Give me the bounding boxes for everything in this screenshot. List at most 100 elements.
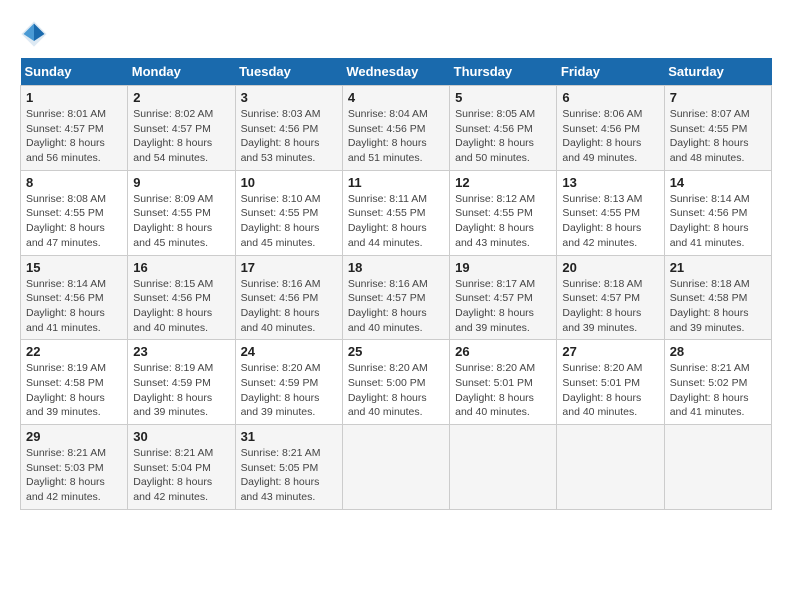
day-info: Sunrise: 8:21 AM Sunset: 5:04 PM Dayligh… (133, 446, 229, 505)
calendar-cell-1-6: 6 Sunrise: 8:06 AM Sunset: 4:56 PM Dayli… (557, 86, 664, 171)
day-number: 31 (241, 429, 337, 444)
day-number: 24 (241, 344, 337, 359)
day-number: 9 (133, 175, 229, 190)
calendar-cell-5-3: 31 Sunrise: 8:21 AM Sunset: 5:05 PM Dayl… (235, 425, 342, 510)
calendar-cell-5-6 (557, 425, 664, 510)
day-info: Sunrise: 8:13 AM Sunset: 4:55 PM Dayligh… (562, 192, 658, 251)
day-number: 14 (670, 175, 766, 190)
day-info: Sunrise: 8:08 AM Sunset: 4:55 PM Dayligh… (26, 192, 122, 251)
day-number: 27 (562, 344, 658, 359)
calendar-cell-4-1: 22 Sunrise: 8:19 AM Sunset: 4:58 PM Dayl… (21, 340, 128, 425)
day-info: Sunrise: 8:17 AM Sunset: 4:57 PM Dayligh… (455, 277, 551, 336)
day-number: 26 (455, 344, 551, 359)
calendar-cell-4-7: 28 Sunrise: 8:21 AM Sunset: 5:02 PM Dayl… (664, 340, 771, 425)
calendar-week-1: 1 Sunrise: 8:01 AM Sunset: 4:57 PM Dayli… (21, 86, 772, 171)
calendar-cell-3-3: 17 Sunrise: 8:16 AM Sunset: 4:56 PM Dayl… (235, 255, 342, 340)
day-number: 22 (26, 344, 122, 359)
calendar-header-row: SundayMondayTuesdayWednesdayThursdayFrid… (21, 58, 772, 86)
calendar-cell-4-3: 24 Sunrise: 8:20 AM Sunset: 4:59 PM Dayl… (235, 340, 342, 425)
calendar-cell-5-4 (342, 425, 449, 510)
calendar-header-monday: Monday (128, 58, 235, 86)
day-number: 25 (348, 344, 444, 359)
day-info: Sunrise: 8:16 AM Sunset: 4:56 PM Dayligh… (241, 277, 337, 336)
calendar-cell-4-5: 26 Sunrise: 8:20 AM Sunset: 5:01 PM Dayl… (450, 340, 557, 425)
calendar-cell-1-4: 4 Sunrise: 8:04 AM Sunset: 4:56 PM Dayli… (342, 86, 449, 171)
calendar-header-friday: Friday (557, 58, 664, 86)
calendar-cell-2-5: 12 Sunrise: 8:12 AM Sunset: 4:55 PM Dayl… (450, 170, 557, 255)
calendar-cell-2-6: 13 Sunrise: 8:13 AM Sunset: 4:55 PM Dayl… (557, 170, 664, 255)
logo-icon (20, 20, 48, 48)
day-number: 29 (26, 429, 122, 444)
day-number: 1 (26, 90, 122, 105)
day-number: 4 (348, 90, 444, 105)
day-info: Sunrise: 8:11 AM Sunset: 4:55 PM Dayligh… (348, 192, 444, 251)
calendar-cell-4-6: 27 Sunrise: 8:20 AM Sunset: 5:01 PM Dayl… (557, 340, 664, 425)
day-number: 3 (241, 90, 337, 105)
day-info: Sunrise: 8:07 AM Sunset: 4:55 PM Dayligh… (670, 107, 766, 166)
day-number: 19 (455, 260, 551, 275)
day-info: Sunrise: 8:14 AM Sunset: 4:56 PM Dayligh… (670, 192, 766, 251)
day-info: Sunrise: 8:03 AM Sunset: 4:56 PM Dayligh… (241, 107, 337, 166)
calendar-cell-3-7: 21 Sunrise: 8:18 AM Sunset: 4:58 PM Dayl… (664, 255, 771, 340)
day-info: Sunrise: 8:21 AM Sunset: 5:05 PM Dayligh… (241, 446, 337, 505)
calendar-cell-2-2: 9 Sunrise: 8:09 AM Sunset: 4:55 PM Dayli… (128, 170, 235, 255)
day-number: 28 (670, 344, 766, 359)
day-info: Sunrise: 8:20 AM Sunset: 5:00 PM Dayligh… (348, 361, 444, 420)
calendar-header-saturday: Saturday (664, 58, 771, 86)
day-info: Sunrise: 8:21 AM Sunset: 5:03 PM Dayligh… (26, 446, 122, 505)
calendar-week-5: 29 Sunrise: 8:21 AM Sunset: 5:03 PM Dayl… (21, 425, 772, 510)
calendar-cell-1-5: 5 Sunrise: 8:05 AM Sunset: 4:56 PM Dayli… (450, 86, 557, 171)
calendar-header-sunday: Sunday (21, 58, 128, 86)
calendar-cell-2-1: 8 Sunrise: 8:08 AM Sunset: 4:55 PM Dayli… (21, 170, 128, 255)
day-number: 2 (133, 90, 229, 105)
calendar-week-2: 8 Sunrise: 8:08 AM Sunset: 4:55 PM Dayli… (21, 170, 772, 255)
calendar-header-wednesday: Wednesday (342, 58, 449, 86)
logo (20, 20, 52, 48)
calendar-week-4: 22 Sunrise: 8:19 AM Sunset: 4:58 PM Dayl… (21, 340, 772, 425)
day-info: Sunrise: 8:18 AM Sunset: 4:57 PM Dayligh… (562, 277, 658, 336)
calendar-cell-5-7 (664, 425, 771, 510)
day-number: 13 (562, 175, 658, 190)
day-info: Sunrise: 8:12 AM Sunset: 4:55 PM Dayligh… (455, 192, 551, 251)
day-number: 16 (133, 260, 229, 275)
day-number: 18 (348, 260, 444, 275)
day-info: Sunrise: 8:04 AM Sunset: 4:56 PM Dayligh… (348, 107, 444, 166)
day-info: Sunrise: 8:18 AM Sunset: 4:58 PM Dayligh… (670, 277, 766, 336)
day-number: 15 (26, 260, 122, 275)
calendar-cell-4-4: 25 Sunrise: 8:20 AM Sunset: 5:00 PM Dayl… (342, 340, 449, 425)
calendar-table: SundayMondayTuesdayWednesdayThursdayFrid… (20, 58, 772, 510)
day-number: 12 (455, 175, 551, 190)
day-info: Sunrise: 8:19 AM Sunset: 4:59 PM Dayligh… (133, 361, 229, 420)
calendar-cell-3-1: 15 Sunrise: 8:14 AM Sunset: 4:56 PM Dayl… (21, 255, 128, 340)
day-info: Sunrise: 8:01 AM Sunset: 4:57 PM Dayligh… (26, 107, 122, 166)
day-info: Sunrise: 8:20 AM Sunset: 5:01 PM Dayligh… (455, 361, 551, 420)
day-number: 6 (562, 90, 658, 105)
calendar-cell-3-2: 16 Sunrise: 8:15 AM Sunset: 4:56 PM Dayl… (128, 255, 235, 340)
calendar-cell-5-1: 29 Sunrise: 8:21 AM Sunset: 5:03 PM Dayl… (21, 425, 128, 510)
calendar-header-thursday: Thursday (450, 58, 557, 86)
day-number: 5 (455, 90, 551, 105)
calendar-cell-1-3: 3 Sunrise: 8:03 AM Sunset: 4:56 PM Dayli… (235, 86, 342, 171)
calendar-cell-5-5 (450, 425, 557, 510)
calendar-cell-3-4: 18 Sunrise: 8:16 AM Sunset: 4:57 PM Dayl… (342, 255, 449, 340)
day-number: 10 (241, 175, 337, 190)
day-info: Sunrise: 8:19 AM Sunset: 4:58 PM Dayligh… (26, 361, 122, 420)
day-info: Sunrise: 8:09 AM Sunset: 4:55 PM Dayligh… (133, 192, 229, 251)
day-number: 30 (133, 429, 229, 444)
day-info: Sunrise: 8:14 AM Sunset: 4:56 PM Dayligh… (26, 277, 122, 336)
day-info: Sunrise: 8:05 AM Sunset: 4:56 PM Dayligh… (455, 107, 551, 166)
calendar-cell-2-4: 11 Sunrise: 8:11 AM Sunset: 4:55 PM Dayl… (342, 170, 449, 255)
page-header (20, 20, 772, 48)
day-number: 17 (241, 260, 337, 275)
calendar-header-tuesday: Tuesday (235, 58, 342, 86)
day-info: Sunrise: 8:10 AM Sunset: 4:55 PM Dayligh… (241, 192, 337, 251)
day-info: Sunrise: 8:15 AM Sunset: 4:56 PM Dayligh… (133, 277, 229, 336)
day-number: 11 (348, 175, 444, 190)
day-info: Sunrise: 8:21 AM Sunset: 5:02 PM Dayligh… (670, 361, 766, 420)
calendar-cell-4-2: 23 Sunrise: 8:19 AM Sunset: 4:59 PM Dayl… (128, 340, 235, 425)
day-number: 7 (670, 90, 766, 105)
calendar-cell-1-2: 2 Sunrise: 8:02 AM Sunset: 4:57 PM Dayli… (128, 86, 235, 171)
day-info: Sunrise: 8:06 AM Sunset: 4:56 PM Dayligh… (562, 107, 658, 166)
calendar-cell-2-3: 10 Sunrise: 8:10 AM Sunset: 4:55 PM Dayl… (235, 170, 342, 255)
day-number: 20 (562, 260, 658, 275)
